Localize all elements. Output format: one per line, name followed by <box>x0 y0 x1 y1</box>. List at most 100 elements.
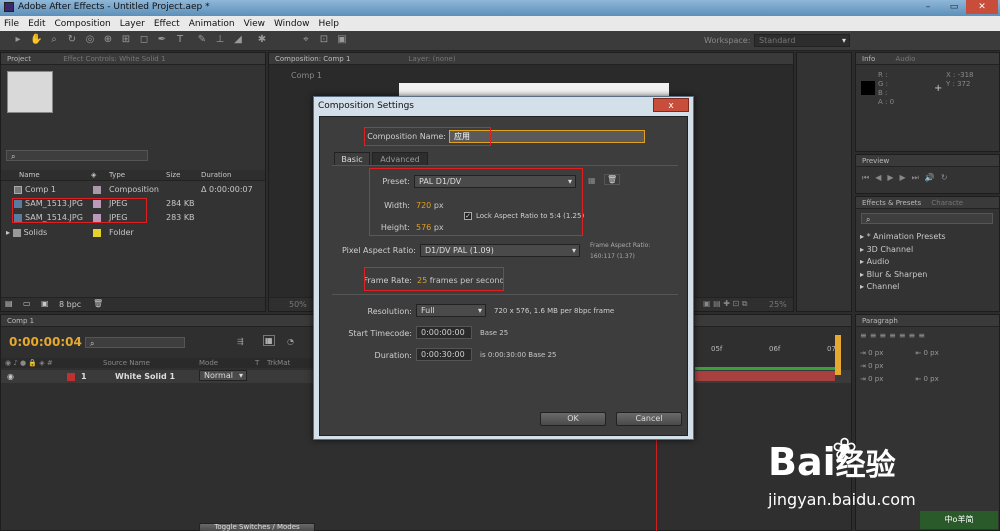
timeline-column-headers: ◉ ♪ ● 🔒 ◈ # Source Name Mode T TrkMat <box>1 358 321 368</box>
tab-project[interactable]: Project <box>7 55 31 63</box>
tab-paragraph[interactable]: Paragraph <box>862 317 898 325</box>
resolution-dropdown[interactable]: Full <box>416 304 486 317</box>
eraser-tool-icon[interactable]: ◢ <box>232 34 244 46</box>
tab-basic[interactable]: Basic <box>334 152 370 165</box>
current-timecode[interactable]: 0:00:00:04 <box>9 335 82 349</box>
world-axis-icon[interactable]: ⊡ <box>318 34 330 46</box>
comp-breadcrumb[interactable]: Comp 1 <box>291 71 322 80</box>
list-item[interactable]: ▸ Blur & Sharpen <box>860 269 946 282</box>
tab-effects-presets[interactable]: Effects & Presets <box>862 199 921 207</box>
align-buttons-icon[interactable]: ≡≡≡≡≡≡≡ <box>860 331 928 340</box>
tab-effect-controls[interactable]: Effect Controls: White Solid 1 <box>63 55 165 63</box>
new-folder-icon[interactable]: ▭ <box>23 299 31 308</box>
mask-tool-icon[interactable]: ◻ <box>138 34 150 46</box>
workspace-dropdown[interactable]: Standard <box>754 34 850 47</box>
info-xy: X : -318 Y : 372 <box>946 71 974 88</box>
axis-mode-icon[interactable]: ⌖ <box>300 34 312 46</box>
dialog-close-button[interactable]: x <box>653 98 689 112</box>
layer-bar[interactable] <box>695 371 835 381</box>
camera-tool-icon[interactable]: ◎ <box>84 34 96 46</box>
menu-window[interactable]: Window <box>274 19 310 29</box>
close-window-button[interactable]: ✕ <box>966 0 998 14</box>
project-search-input[interactable]: ⌕ <box>6 150 148 161</box>
toggle-switches-modes-button[interactable]: Toggle Switches / Modes <box>199 523 315 531</box>
list-item[interactable]: Comp 1 Composition Δ 0:00:00:07 <box>1 183 265 196</box>
tab-info[interactable]: Info <box>862 55 875 63</box>
bpc-label[interactable]: 8 bpc <box>59 300 81 309</box>
list-item[interactable]: ▸ * Animation Presets <box>860 231 946 244</box>
save-preset-icon[interactable]: ▦ <box>588 176 596 185</box>
eye-icon[interactable]: ◉ <box>7 370 14 383</box>
tab-preview[interactable]: Preview <box>862 157 889 165</box>
effects-search-input[interactable]: ⌕ <box>861 213 993 224</box>
ok-button[interactable]: OK <box>540 412 606 426</box>
tab-character[interactable]: Characte <box>931 199 963 207</box>
search-icon: ⌕ <box>11 152 16 161</box>
pen-tool-icon[interactable]: ✒ <box>156 34 168 46</box>
work-area-end-handle[interactable] <box>835 335 841 375</box>
duration-input[interactable]: 0:00:30:00 <box>416 348 472 361</box>
text-tool-icon[interactable]: T <box>174 34 186 46</box>
zoom-left[interactable]: 50% <box>289 300 307 309</box>
paw-icon: ❀ <box>832 432 858 467</box>
col-name[interactable]: Name <box>19 170 40 181</box>
info-panel: Info Audio R : G : B : A : 0 + X : -318 … <box>855 52 1000 152</box>
interpret-footage-icon[interactable]: ▤ <box>5 299 13 308</box>
work-area-bar[interactable] <box>695 367 835 370</box>
project-panel: Project Effect Controls: White Solid 1 ⌕… <box>0 52 266 312</box>
menu-layer[interactable]: Layer <box>120 19 145 29</box>
view-options-icon[interactable]: ▣ ▤ ✚ ⊡ ⧉ <box>703 299 747 309</box>
menu-file[interactable]: File <box>4 19 19 29</box>
anchor-tool-icon[interactable]: ⊞ <box>120 34 132 46</box>
minimize-button[interactable]: – <box>916 0 940 14</box>
col-type[interactable]: Type <box>109 170 125 181</box>
brush-tool-icon[interactable]: ✎ <box>196 34 208 46</box>
delete-preset-icon[interactable]: 🗑 <box>604 174 621 185</box>
draft-3d-icon[interactable]: ▦ <box>263 335 275 346</box>
indent-fields[interactable]: ⇥ 0 px ⇤ 0 px ⇥ 0 px ⇥ 0 px ⇤ 0 px <box>860 347 939 386</box>
zoom-tool-icon[interactable]: ⌕ <box>48 34 60 46</box>
timeline-search-input[interactable]: ⌕ <box>85 337 185 348</box>
tab-layer[interactable]: Layer: (none) <box>409 55 456 63</box>
chevron-right-icon[interactable]: ▸ <box>6 228 10 237</box>
puppet-tool-icon[interactable]: ✱ <box>256 34 268 46</box>
tab-timeline-comp[interactable]: Comp 1 <box>7 317 34 325</box>
list-item[interactable]: ▸ Channel <box>860 281 946 294</box>
comp-flowchart-icon[interactable]: ⇶ <box>237 337 244 346</box>
playback-controls-icon[interactable]: ⏮◀▶▶⏭🔊↻ <box>862 173 954 183</box>
resolution-label: Resolution: <box>367 307 413 316</box>
col-size[interactable]: Size <box>166 170 180 181</box>
col-duration[interactable]: Duration <box>201 170 231 181</box>
start-timecode-input[interactable]: 0:00:00:00 <box>416 326 472 339</box>
menu-help[interactable]: Help <box>318 19 339 29</box>
menu-animation[interactable]: Animation <box>189 19 235 29</box>
tab-advanced[interactable]: Advanced <box>372 152 428 165</box>
rotate-tool-icon[interactable]: ↻ <box>66 34 78 46</box>
list-item[interactable]: ▸ Audio <box>860 256 946 269</box>
selection-tool-icon[interactable]: ▸ <box>12 34 24 46</box>
color-swatch <box>861 81 875 95</box>
tab-audio[interactable]: Audio <box>895 55 915 63</box>
maximize-button[interactable]: ▭ <box>942 0 966 14</box>
highlight-box <box>369 168 583 236</box>
pan-behind-tool-icon[interactable]: ⊕ <box>102 34 114 46</box>
new-comp-icon[interactable]: ▣ <box>41 299 49 308</box>
list-item[interactable]: ▸ 3D Channel <box>860 244 946 257</box>
cancel-button[interactable]: Cancel <box>616 412 682 426</box>
motion-blur-icon[interactable]: ◔ <box>287 337 294 346</box>
menu-view[interactable]: View <box>244 19 265 29</box>
pixel-aspect-dropdown[interactable]: D1/DV PAL (1.09) <box>420 244 580 257</box>
zoom-right[interactable]: 25% <box>769 300 787 309</box>
tab-composition[interactable]: Composition: Comp 1 <box>275 55 350 63</box>
menu-effect[interactable]: Effect <box>154 19 180 29</box>
far-label: Frame Aspect Ratio: <box>590 242 651 249</box>
hand-tool-icon[interactable]: ✋ <box>30 34 42 46</box>
effects-list: ▸ * Animation Presets ▸ 3D Channel ▸ Aud… <box>860 231 946 294</box>
list-item[interactable]: ▸ Solids Folder <box>1 226 265 239</box>
clone-tool-icon[interactable]: ⊥ <box>214 34 226 46</box>
menu-composition[interactable]: Composition <box>55 19 111 29</box>
menu-edit[interactable]: Edit <box>28 19 45 29</box>
trash-icon[interactable]: 🗑 <box>93 299 103 308</box>
view-axis-icon[interactable]: ▣ <box>336 34 348 46</box>
blend-mode-dropdown[interactable]: Normal <box>199 370 247 381</box>
